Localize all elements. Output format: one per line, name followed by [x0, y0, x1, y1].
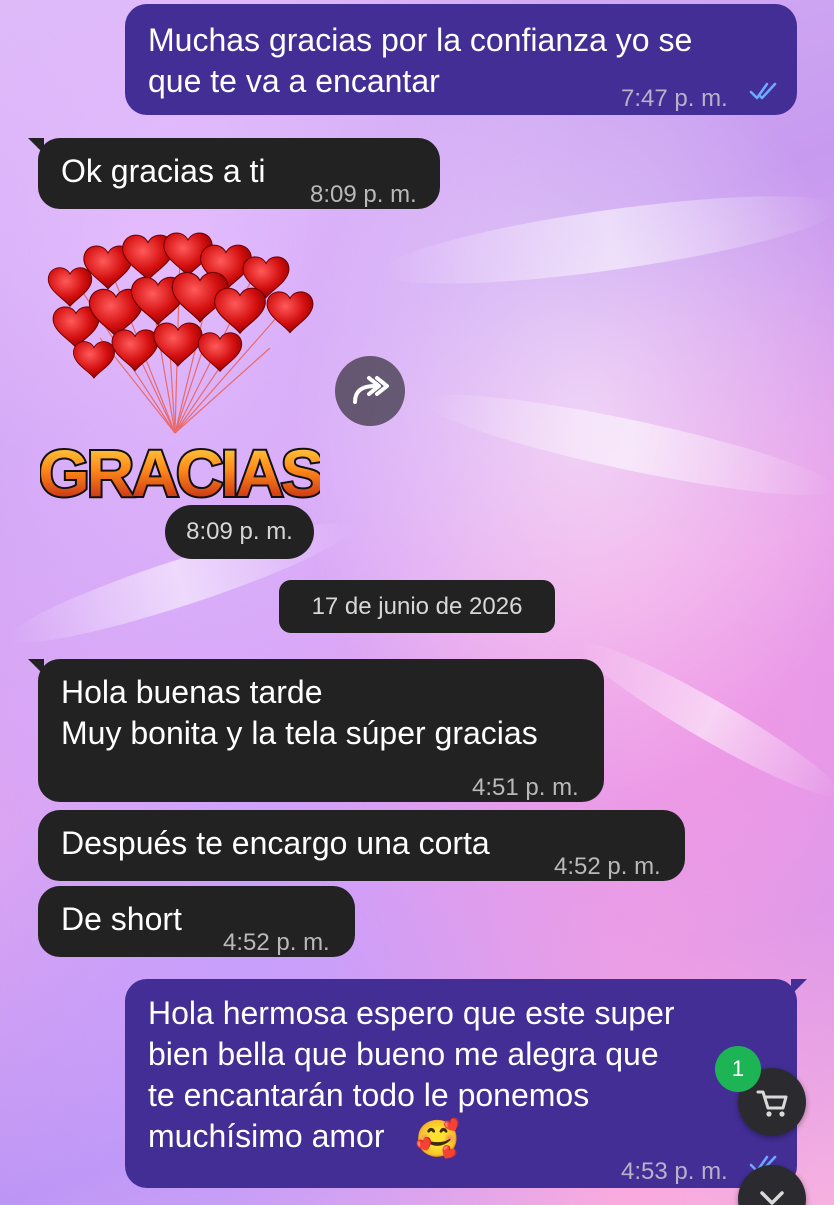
message-time: 7:47 p. m.: [621, 85, 728, 112]
message-text: Después te encargo una corta: [61, 825, 490, 861]
smiling-face-with-hearts-emoji: 🥰: [415, 1118, 460, 1159]
cart-badge: 1: [715, 1046, 761, 1092]
sticker-text: GRACIAS: [40, 436, 320, 510]
forward-icon: [353, 376, 389, 404]
chevron-down-icon: [760, 1191, 784, 1205]
double-check-icon: [749, 82, 777, 100]
message-text: Ok gracias a ti: [61, 153, 266, 189]
message-time: 4:51 p. m.: [472, 774, 579, 801]
message-text: Hola hermosa espero que este super bien …: [148, 995, 675, 1154]
message-text: Hola buenas tarde Muy bonita y la tela s…: [61, 674, 538, 751]
message-time: 4:52 p. m.: [223, 929, 330, 956]
scroll-down-button[interactable]: [738, 1165, 806, 1205]
message-time: 8:09 p. m.: [310, 181, 417, 208]
incoming-message[interactable]: Ok gracias a ti 8:09 p. m.: [28, 138, 440, 209]
message-text: De short: [61, 901, 182, 937]
hearts-balloons-sticker: GRACIAS: [40, 232, 320, 510]
date-separator: 17 de junio de 2026: [279, 580, 555, 633]
incoming-message[interactable]: Después te encargo una corta 4:52 p. m.: [38, 810, 685, 881]
incoming-message[interactable]: Hola buenas tarde Muy bonita y la tela s…: [28, 659, 604, 802]
background-streak: [419, 376, 834, 514]
outgoing-message[interactable]: Muchas gracias por la confianza yo se qu…: [125, 4, 797, 115]
background-streak: [378, 178, 834, 302]
message-text: Muchas gracias por la confianza yo se qu…: [148, 22, 693, 99]
forward-button[interactable]: [335, 356, 405, 426]
incoming-message[interactable]: De short 4:52 p. m.: [38, 886, 355, 957]
message-time: 4:52 p. m.: [554, 853, 661, 880]
background-streak: [570, 627, 834, 813]
outgoing-message[interactable]: Hola hermosa espero que este super bien …: [125, 979, 807, 1188]
message-time: 8:09 p. m.: [165, 505, 314, 559]
message-time: 4:53 p. m.: [621, 1158, 728, 1185]
